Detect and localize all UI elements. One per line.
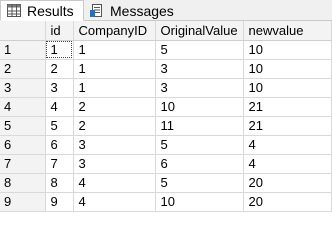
cell-id[interactable]: 9 <box>45 192 74 212</box>
row-number[interactable]: 1 <box>0 40 46 60</box>
cell-originalvalue[interactable]: 5 <box>155 40 244 60</box>
row-number[interactable]: 2 <box>0 59 46 79</box>
row-number[interactable]: 3 <box>0 78 46 98</box>
table-row: 4 4 2 10 21 <box>0 97 332 117</box>
column-header-companyid[interactable]: CompanyID <box>73 21 156 41</box>
cell-newvalue[interactable]: 4 <box>243 135 332 155</box>
cell-id[interactable]: 2 <box>45 59 74 79</box>
table-row: 9 9 4 10 20 <box>0 192 332 212</box>
tab-messages-label: Messages <box>110 2 174 19</box>
row-number[interactable]: 8 <box>0 173 46 193</box>
table-row: 6 6 3 5 4 <box>0 135 332 155</box>
cell-id[interactable]: 1 <box>45 40 74 60</box>
corner-cell[interactable] <box>0 21 46 41</box>
cell-newvalue[interactable]: 20 <box>243 173 332 193</box>
table-row: 5 5 2 11 21 <box>0 116 332 136</box>
cell-newvalue[interactable]: 20 <box>243 192 332 212</box>
row-number[interactable]: 9 <box>0 192 46 212</box>
cell-companyid[interactable]: 4 <box>73 173 156 193</box>
cell-originalvalue[interactable]: 10 <box>155 97 244 117</box>
row-number[interactable]: 4 <box>0 97 46 117</box>
cell-newvalue[interactable]: 10 <box>243 40 332 60</box>
cell-id[interactable]: 7 <box>45 154 74 174</box>
cell-originalvalue[interactable]: 3 <box>155 59 244 79</box>
cell-newvalue[interactable]: 10 <box>243 78 332 98</box>
table-row: 2 2 1 3 10 <box>0 59 332 79</box>
cell-companyid[interactable]: 2 <box>73 97 156 117</box>
results-grid: id CompanyID OriginalValue newvalue 1 1 … <box>0 21 332 240</box>
row-number[interactable]: 5 <box>0 116 46 136</box>
cell-originalvalue[interactable]: 10 <box>155 192 244 212</box>
cell-id[interactable]: 8 <box>45 173 74 193</box>
cell-newvalue[interactable]: 4 <box>243 154 332 174</box>
tab-results-label: Results <box>27 2 74 19</box>
column-header-newvalue[interactable]: newvalue <box>243 21 332 41</box>
row-number[interactable]: 7 <box>0 154 46 174</box>
results-tab-bar: Results Messages <box>0 0 332 21</box>
messages-icon <box>90 4 102 17</box>
cell-newvalue[interactable]: 21 <box>243 97 332 117</box>
cell-originalvalue[interactable]: 3 <box>155 78 244 98</box>
table-row: 7 7 3 6 4 <box>0 154 332 174</box>
cell-companyid[interactable]: 1 <box>73 78 156 98</box>
table-row: 8 8 4 5 20 <box>0 173 332 193</box>
tab-results[interactable]: Results <box>0 0 84 21</box>
cell-companyid[interactable]: 1 <box>73 40 156 60</box>
cell-companyid[interactable]: 2 <box>73 116 156 136</box>
cell-id[interactable]: 6 <box>45 135 74 155</box>
cell-companyid[interactable]: 3 <box>73 154 156 174</box>
cell-originalvalue[interactable]: 11 <box>155 116 244 136</box>
cell-id[interactable]: 5 <box>45 116 74 136</box>
cell-companyid[interactable]: 1 <box>73 59 156 79</box>
cell-originalvalue[interactable]: 5 <box>155 173 244 193</box>
header-row: id CompanyID OriginalValue newvalue <box>0 21 332 41</box>
row-number[interactable]: 6 <box>0 135 46 155</box>
cell-companyid[interactable]: 4 <box>73 192 156 212</box>
results-table: id CompanyID OriginalValue newvalue 1 1 … <box>0 21 332 212</box>
table-row: 1 1 1 5 10 <box>0 40 332 60</box>
table-row: 3 3 1 3 10 <box>0 78 332 98</box>
tab-messages[interactable]: Messages <box>86 0 186 21</box>
cell-id[interactable]: 4 <box>45 97 74 117</box>
cell-newvalue[interactable]: 10 <box>243 59 332 79</box>
cell-companyid[interactable]: 3 <box>73 135 156 155</box>
column-header-id[interactable]: id <box>45 21 74 41</box>
cell-id[interactable]: 3 <box>45 78 74 98</box>
grid-icon <box>7 4 21 17</box>
cell-originalvalue[interactable]: 5 <box>155 135 244 155</box>
column-header-originalvalue[interactable]: OriginalValue <box>155 21 244 41</box>
cell-originalvalue[interactable]: 6 <box>155 154 244 174</box>
cell-newvalue[interactable]: 21 <box>243 116 332 136</box>
